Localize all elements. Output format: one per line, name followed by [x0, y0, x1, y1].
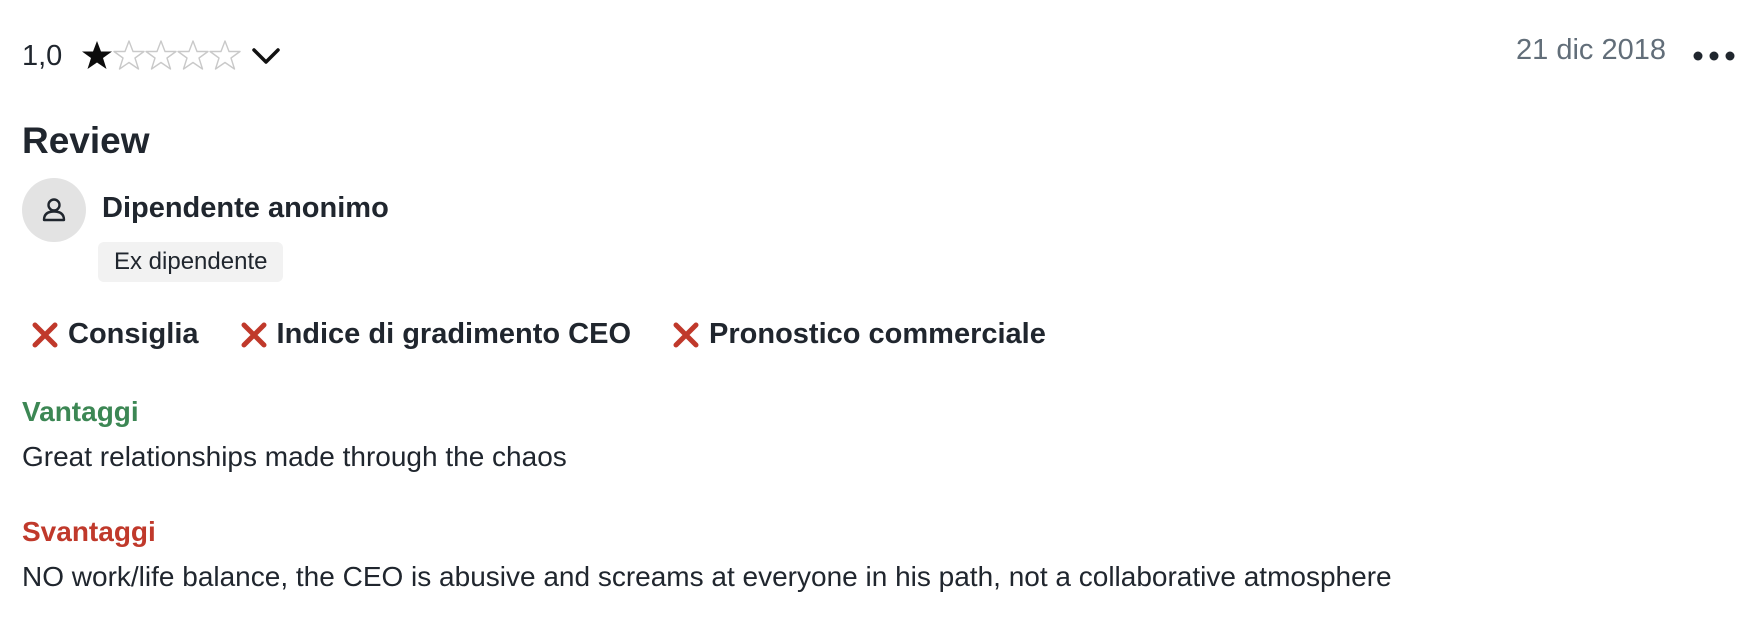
flag-label: Indice di gradimento CEO — [276, 318, 632, 350]
review-title: Review — [22, 120, 150, 161]
chevron-down-icon[interactable] — [246, 36, 286, 76]
user-icon — [42, 198, 66, 222]
star-empty-icon — [145, 40, 178, 70]
employment-status-badge: Ex dipendente — [98, 242, 284, 282]
x-icon — [673, 322, 699, 347]
cons-text: NO work/life balance, the CEO is abusive… — [22, 561, 1392, 592]
star-filled-icon — [82, 41, 113, 69]
pros-heading: Vantaggi — [22, 396, 139, 427]
flag-label: Pronostico commerciale — [709, 318, 1046, 350]
flag-ceo-approval: Indice di gradimento CEO — [239, 318, 632, 351]
x-icon — [241, 322, 267, 347]
rating-row: 1,0 — [22, 28, 286, 84]
flag-recommend: Consiglia — [30, 318, 199, 351]
x-icon — [32, 322, 58, 347]
star-rating — [80, 39, 242, 73]
recommendation-flags: Consiglia Indice di gradimento CEO Prono… — [30, 318, 1086, 351]
more-options-icon[interactable] — [1690, 38, 1738, 74]
flag-business-outlook: Pronostico commerciale — [671, 318, 1046, 351]
star-empty-icon — [113, 40, 146, 70]
star-empty-icon — [177, 40, 210, 70]
pros-text: Great relationships made through the cha… — [22, 441, 567, 472]
avatar — [22, 178, 86, 242]
rating-value: 1,0 — [22, 39, 63, 72]
cons-heading: Svantaggi — [22, 516, 156, 547]
review-date: 21 dic 2018 — [1516, 34, 1666, 66]
author-name: Dipendente anonimo — [102, 192, 389, 224]
star-empty-icon — [209, 40, 242, 70]
flag-label: Consiglia — [68, 318, 199, 350]
